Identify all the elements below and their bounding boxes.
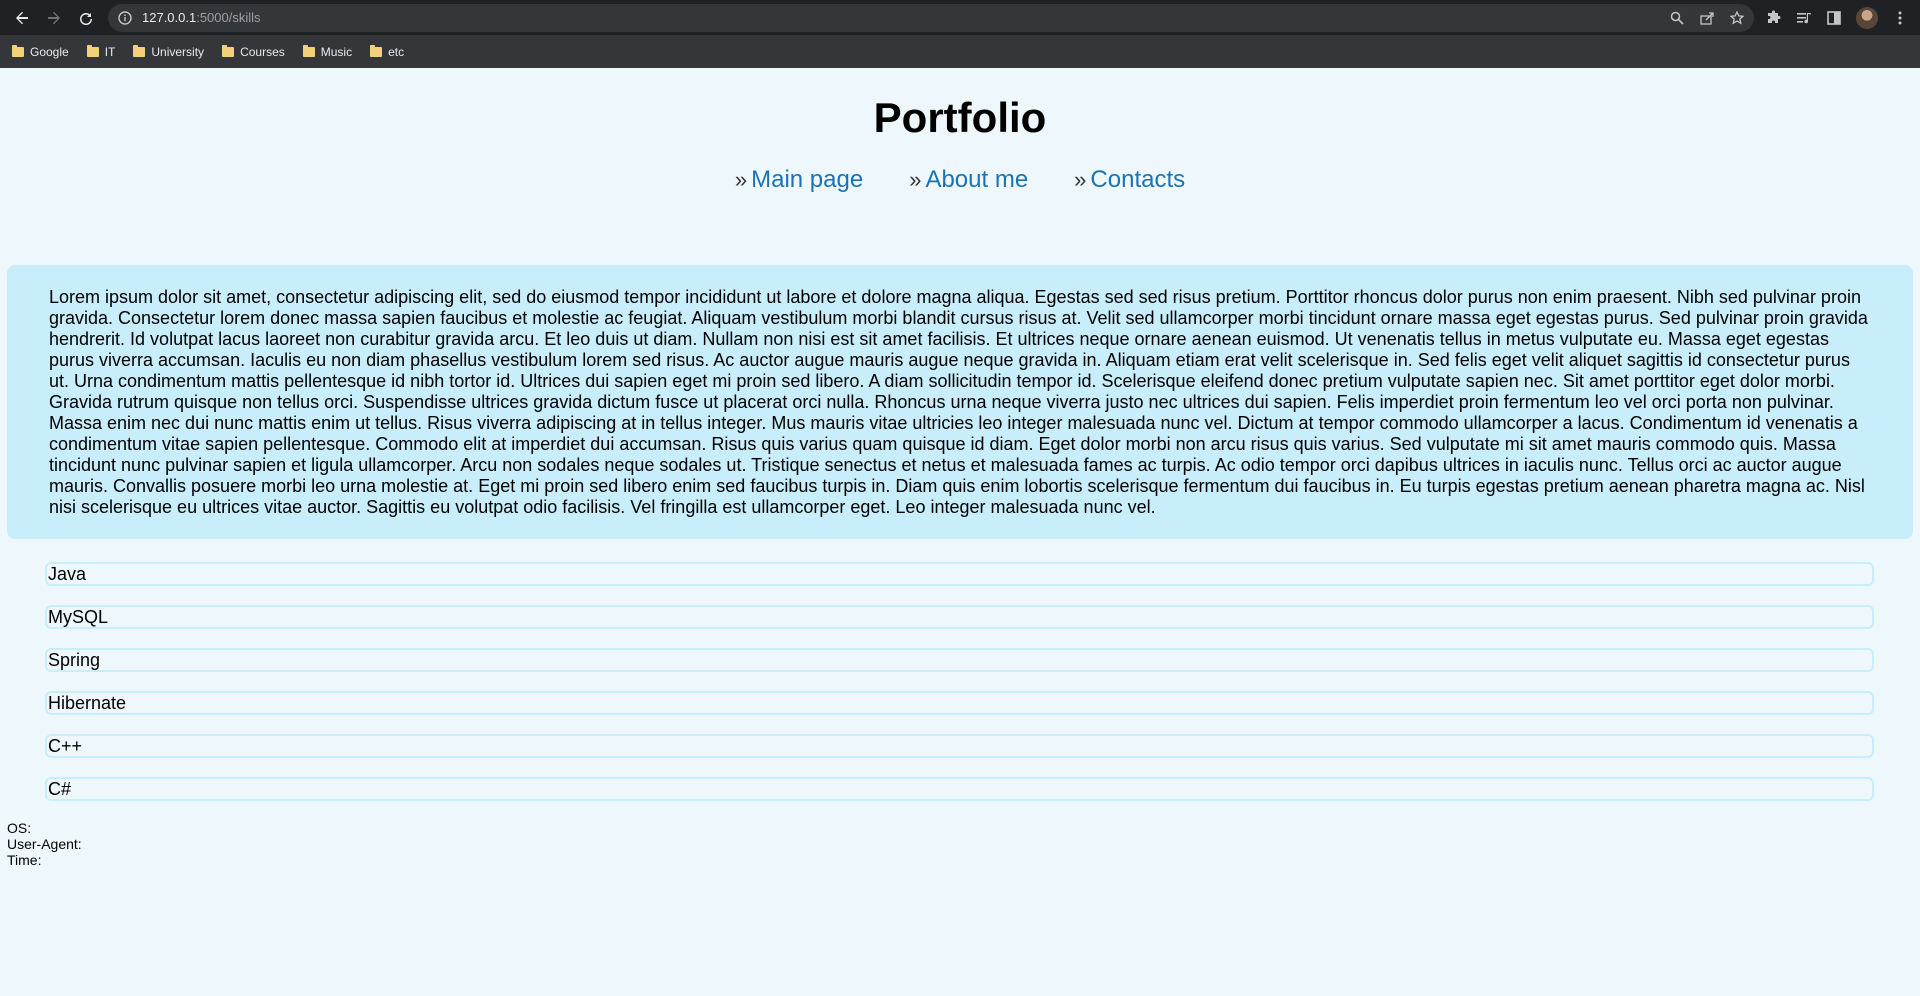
back-button[interactable] (8, 4, 36, 32)
bookmark-label: Courses (240, 44, 285, 59)
os-label: OS: (7, 820, 32, 836)
url-host: 127.0.0.1 (142, 10, 197, 25)
double-chevron-right-icon: » (909, 167, 921, 192)
skill-item: Spring (45, 648, 1874, 672)
time-label: Time: (7, 852, 42, 868)
puzzle-icon[interactable] (1766, 10, 1782, 26)
arrow-right-icon (48, 11, 60, 24)
bookmark-folder[interactable]: Google (12, 44, 69, 59)
folder-icon (222, 44, 235, 57)
kebab-menu-icon[interactable] (1892, 10, 1908, 26)
star-icon[interactable] (1730, 10, 1744, 25)
page-content: Portfolio » Main page » About me » Conta… (0, 68, 1920, 996)
nav-link-contacts[interactable]: » Contacts (1074, 166, 1185, 194)
client-info: OS: User-Agent: Time: (7, 820, 82, 868)
side-panel-icon[interactable] (1826, 10, 1842, 26)
forward-button[interactable] (40, 4, 68, 32)
intro-text-panel: Lorem ipsum dolor sit amet, consectetur … (7, 265, 1913, 539)
skill-item: C# (45, 777, 1874, 801)
bookmark-folder[interactable]: Music (302, 44, 353, 59)
double-chevron-right-icon: » (734, 167, 747, 192)
url-path: :5000/skills (196, 10, 261, 25)
bookmark-label: IT (104, 44, 116, 59)
folder-icon (302, 44, 315, 57)
skills-list: Java MySQL Spring Hibernate C++ C# (45, 562, 1874, 820)
skill-item: Java (45, 562, 1874, 586)
nav-link-label: Contacts (1090, 166, 1186, 193)
zoom-icon[interactable] (1670, 11, 1684, 25)
folder-icon (370, 44, 383, 57)
bookmark-folder[interactable]: etc (370, 44, 405, 59)
bookmark-folder[interactable]: Courses (222, 44, 285, 59)
bookmarks-bar: Google IT University Courses Music etc (0, 35, 1920, 68)
info-icon (118, 10, 132, 25)
folder-icon (133, 44, 146, 57)
bookmark-label: University (151, 44, 205, 59)
double-chevron-right-icon: » (1074, 167, 1086, 192)
bookmark-folder[interactable]: University (133, 44, 205, 59)
nav-link-about-me[interactable]: » About me (909, 166, 1028, 194)
folder-icon (86, 44, 99, 57)
main-nav: » Main page » About me » Contacts (0, 166, 1920, 194)
skill-item: C++ (45, 734, 1874, 758)
browser-toolbar: 127.0.0.1:5000/skills (0, 0, 1920, 35)
nav-link-label: About me (925, 166, 1029, 193)
bookmark-label: Music (320, 44, 353, 59)
profile-avatar[interactable] (1856, 6, 1878, 29)
user-agent-label: User-Agent: (7, 836, 82, 852)
bookmark-folder[interactable]: IT (86, 44, 116, 59)
reload-button[interactable] (72, 4, 100, 32)
address-bar[interactable]: 127.0.0.1:5000/skills (108, 3, 1754, 32)
reload-icon (80, 12, 93, 25)
folder-icon (12, 44, 24, 57)
bookmark-label: etc (388, 44, 405, 59)
browser-chrome: 127.0.0.1:5000/skills Google IT Universi… (0, 0, 1920, 68)
media-queue-icon[interactable] (1796, 10, 1812, 26)
arrow-left-icon (16, 11, 28, 24)
share-icon[interactable] (1700, 11, 1714, 25)
nav-link-main-page[interactable]: » Main page (735, 166, 863, 194)
bookmark-label: Google (30, 44, 69, 59)
page-title: Portfolio (873, 94, 1047, 141)
nav-link-label: Main page (751, 166, 864, 193)
skill-item: MySQL (45, 605, 1874, 629)
skill-item: Hibernate (45, 691, 1874, 715)
url-text: 127.0.0.1:5000/skills (142, 10, 261, 25)
